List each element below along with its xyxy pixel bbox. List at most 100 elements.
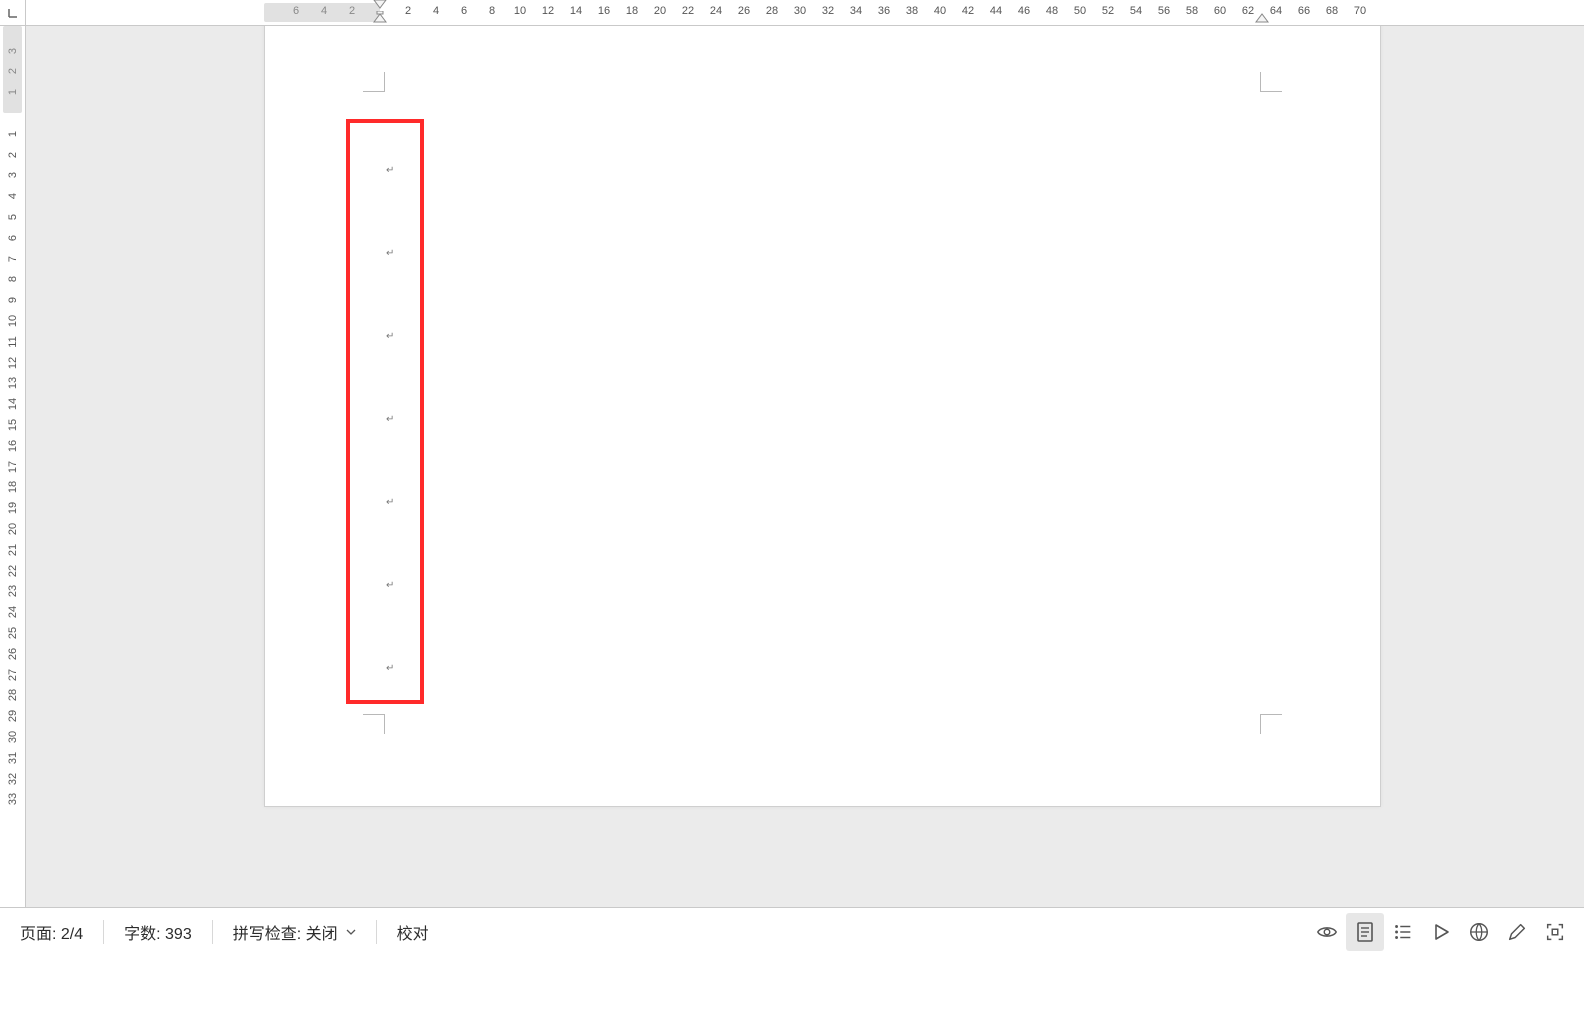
hruler-tick: 54	[1130, 5, 1142, 17]
paragraph-mark: ↵	[386, 332, 394, 342]
vruler-tick: 6	[7, 235, 19, 241]
vruler-tick: 11	[7, 336, 19, 347]
vruler-tick: 33	[7, 793, 19, 805]
left-indent-marker[interactable]	[373, 11, 387, 26]
hruler-tick: 22	[682, 5, 694, 17]
vruler-tick: 3	[7, 172, 19, 178]
hruler-tick: 36	[878, 5, 890, 17]
hruler-tick: 32	[822, 5, 834, 17]
hruler-tick: 60	[1214, 5, 1226, 17]
vruler-tick: 23	[7, 585, 19, 597]
status-proofing[interactable]: 校对	[397, 920, 429, 944]
right-indent-marker[interactable]	[1255, 13, 1269, 26]
horizontal-ruler[interactable]: 2462468101214161820222426283032343638404…	[26, 0, 1584, 26]
hruler-tick: 42	[962, 5, 974, 17]
hruler-tick: 14	[570, 5, 582, 17]
hruler-tick: 2	[349, 5, 355, 17]
document-page[interactable]	[264, 26, 1381, 807]
globe-icon[interactable]	[1460, 913, 1498, 951]
vruler-tick: 2	[7, 152, 19, 158]
vruler-tick: 8	[7, 276, 19, 282]
hruler-tick: 24	[710, 5, 722, 17]
hruler-tick: 68	[1326, 5, 1338, 17]
vruler-tick: 26	[7, 648, 19, 660]
hruler-tick: 52	[1102, 5, 1114, 17]
vruler-tick: 17	[7, 460, 19, 472]
hruler-tick: 46	[1018, 5, 1030, 17]
hruler-tick: 34	[850, 5, 862, 17]
ruler-corner	[0, 0, 26, 26]
vruler-tick: 12	[7, 356, 19, 368]
hruler-tick: 4	[321, 5, 327, 17]
hruler-tick: 12	[542, 5, 554, 17]
workspace[interactable]: ↵ ↵ ↵ ↵ ↵ ↵ ↵	[26, 26, 1584, 907]
status-spellcheck[interactable]: 拼写检查: 关闭	[233, 920, 356, 944]
paragraph-mark: ↵	[386, 664, 394, 674]
paragraph-mark: ↵	[386, 415, 394, 425]
hruler-tick: 50	[1074, 5, 1086, 17]
chevron-down-icon	[346, 927, 356, 937]
status-spellcheck-label: 拼写检查: 关闭	[233, 920, 338, 944]
hruler-tick: 28	[766, 5, 778, 17]
annotation-highlight-box	[346, 119, 424, 704]
status-separator	[212, 920, 213, 944]
vruler-tick: 28	[7, 689, 19, 701]
hruler-tick: 58	[1186, 5, 1198, 17]
vruler-tick: 14	[7, 398, 19, 410]
vertical-ruler[interactable]: 1231234567891011121314151617181920212223…	[0, 26, 26, 907]
vruler-tick: 24	[7, 606, 19, 618]
page-view-icon[interactable]	[1346, 913, 1384, 951]
hruler-tick: 8	[489, 5, 495, 17]
hruler-tick: 18	[626, 5, 638, 17]
vruler-tick: 10	[7, 315, 19, 327]
vruler-tick: 31	[7, 752, 19, 764]
hruler-tick: 4	[433, 5, 439, 17]
status-bar: 页面: 2/4 字数: 393 拼写检查: 关闭 校对	[0, 907, 1584, 955]
vruler-tick: 27	[7, 668, 19, 680]
hruler-tick: 48	[1046, 5, 1058, 17]
vruler-tick: 19	[7, 502, 19, 514]
vruler-tick: 1	[7, 131, 19, 137]
vruler-tick: 21	[7, 544, 19, 556]
vruler-tick: 13	[7, 377, 19, 389]
status-word-count[interactable]: 字数: 393	[124, 920, 192, 944]
vruler-tick: 30	[7, 731, 19, 743]
vruler-tick: 18	[7, 481, 19, 493]
paragraph-mark: ↵	[386, 498, 394, 508]
vruler-tick: 16	[7, 440, 19, 452]
focus-icon[interactable]	[1536, 913, 1574, 951]
play-icon[interactable]	[1422, 913, 1460, 951]
hruler-tick: 6	[293, 5, 299, 17]
vruler-tick: 2	[7, 68, 19, 74]
hruler-tick: 38	[906, 5, 918, 17]
vruler-tick: 7	[7, 256, 19, 262]
vruler-tick: 5	[7, 214, 19, 220]
margin-corner-top-right	[1260, 72, 1282, 92]
vruler-tick: 4	[7, 193, 19, 199]
vruler-tick: 20	[7, 523, 19, 535]
outline-view-icon[interactable]	[1384, 913, 1422, 951]
hruler-tick: 66	[1298, 5, 1310, 17]
vruler-tick: 15	[7, 419, 19, 431]
vruler-tick: 25	[7, 627, 19, 639]
status-page[interactable]: 页面: 2/4	[20, 920, 83, 944]
hruler-tick: 56	[1158, 5, 1170, 17]
hruler-tick: 6	[461, 5, 467, 17]
hruler-tick: 70	[1354, 5, 1366, 17]
hruler-tick: 40	[934, 5, 946, 17]
paragraph-mark: ↵	[386, 581, 394, 591]
status-separator	[103, 920, 104, 944]
vruler-tick: 22	[7, 564, 19, 576]
vruler-tick: 9	[7, 297, 19, 303]
hruler-tick: 62	[1242, 5, 1254, 17]
status-separator	[376, 920, 377, 944]
hruler-tick: 26	[738, 5, 750, 17]
pen-icon[interactable]	[1498, 913, 1536, 951]
paragraph-mark: ↵	[386, 166, 394, 176]
hruler-tick: 30	[794, 5, 806, 17]
vruler-tick: 3	[7, 48, 19, 54]
eye-icon[interactable]	[1308, 913, 1346, 951]
paragraph-mark: ↵	[386, 249, 394, 259]
hruler-tick: 64	[1270, 5, 1282, 17]
hruler-tick: 2	[405, 5, 411, 17]
